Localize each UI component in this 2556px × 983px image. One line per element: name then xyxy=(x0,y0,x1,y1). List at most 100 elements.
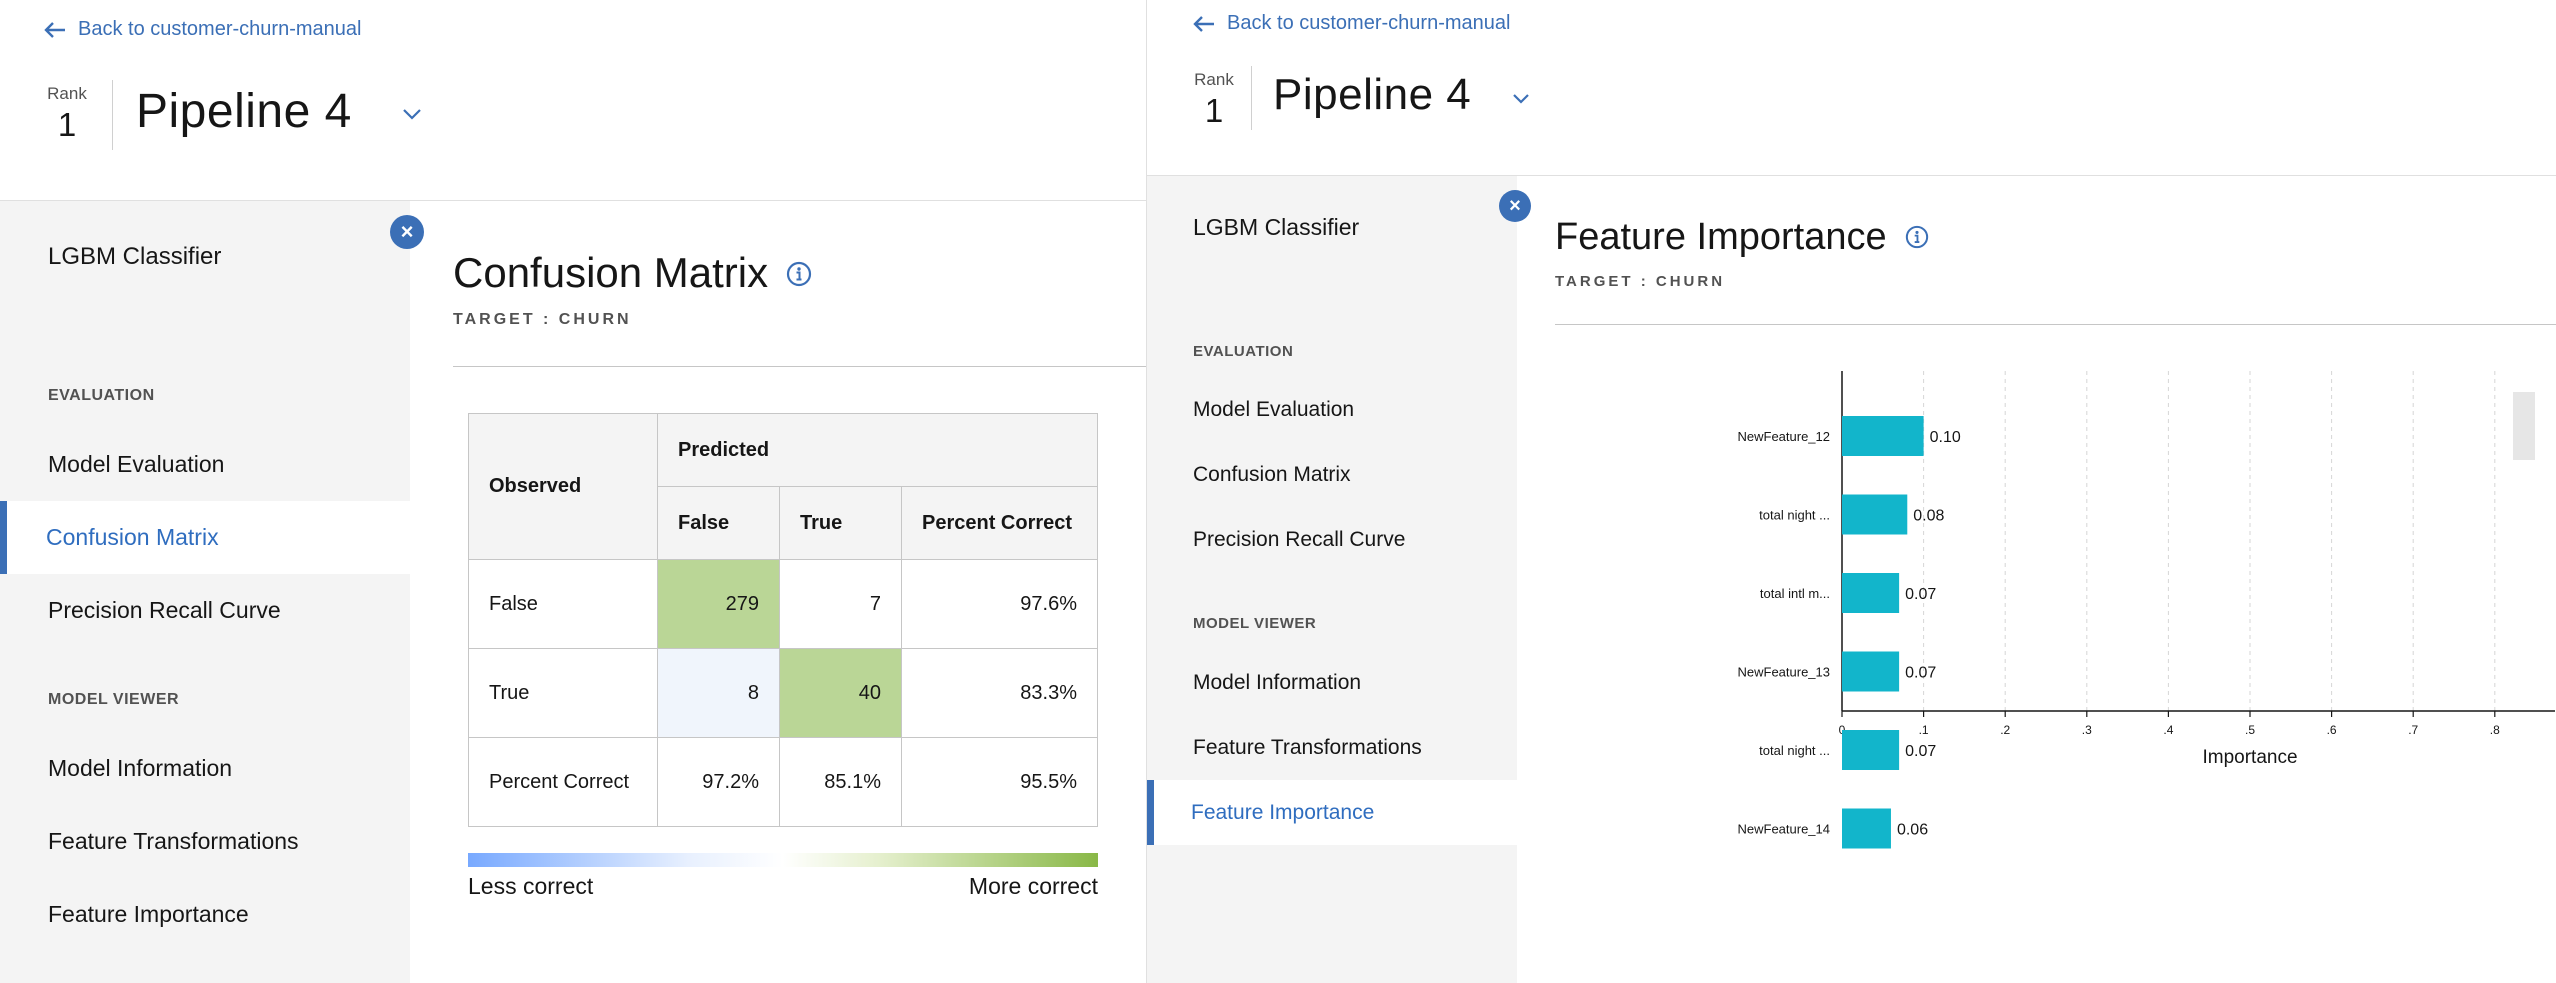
pipeline-body: LGBM Classifier EVALUATION Model Evaluat… xyxy=(0,200,1146,983)
observed-header: Observed xyxy=(468,413,658,560)
sidebar-item-label: Feature Importance xyxy=(48,901,249,927)
row-label: False xyxy=(468,559,658,649)
sidebar-item-label: Feature Transformations xyxy=(48,828,299,854)
feature-bar xyxy=(1842,416,1924,456)
pipeline-details-panel-right: Back to customer-churn-manual Rank 1 Pip… xyxy=(1146,0,2556,983)
sidebar-item-feature-importance[interactable]: Feature Importance xyxy=(0,878,410,951)
row-label: True xyxy=(468,648,658,738)
info-icon[interactable] xyxy=(786,249,812,297)
arrow-left-icon xyxy=(1193,15,1214,32)
section-model-viewer: MODEL VIEWER xyxy=(48,691,180,708)
cell-percent-overall: 95.5% xyxy=(901,737,1098,827)
x-tick-label: .3 xyxy=(2082,723,2092,737)
feature-importance-title: Feature Importance xyxy=(1555,216,1887,258)
header-divider xyxy=(112,80,113,150)
pipeline-dropdown[interactable] xyxy=(402,108,422,126)
sidebar-item-precision-recall[interactable]: Precision Recall Curve xyxy=(1147,507,1517,572)
sidebar-item-model-evaluation[interactable]: Model Evaluation xyxy=(1147,377,1517,442)
x-tick-label: .6 xyxy=(2327,723,2337,737)
feature-bar xyxy=(1842,573,1900,613)
pipeline-details-panel-left: Back to customer-churn-manual Rank 1 Pip… xyxy=(0,0,1146,983)
sidebar-item-feature-importance[interactable]: Feature Importance xyxy=(1147,780,1517,845)
feature-label: total night ... xyxy=(1759,743,1830,758)
x-tick-label: .7 xyxy=(2408,723,2418,737)
sidebar-item-model-information[interactable]: Model Information xyxy=(1147,650,1517,715)
bar-value-label: 0.10 xyxy=(1930,429,1961,446)
table-row: False 279 7 97.6% xyxy=(468,559,1098,649)
close-icon: × xyxy=(400,219,414,244)
x-tick-label: .2 xyxy=(2000,723,2010,737)
pipeline-dropdown[interactable] xyxy=(1512,92,1530,110)
row-label: Percent Correct xyxy=(468,737,658,827)
feature-importance-chart: 0.1.2.3.4.5.6.7.8.91NewFeature_120.10tot… xyxy=(1738,371,2555,849)
section-evaluation: EVALUATION xyxy=(1193,343,1294,360)
section-model-viewer: MODEL VIEWER xyxy=(1193,615,1317,632)
close-button[interactable]: × xyxy=(1499,190,1531,222)
pipeline-title: Pipeline 4 xyxy=(1273,70,1472,119)
chart-scrollbar[interactable] xyxy=(2513,392,2535,460)
table-row: Percent Correct 97.2% 85.1% 95.5% xyxy=(468,737,1098,827)
pipeline-title: Pipeline 4 xyxy=(136,85,352,138)
feature-bar xyxy=(1842,651,1900,692)
close-button[interactable]: × xyxy=(390,215,424,249)
active-indicator xyxy=(1147,780,1154,845)
sidebar-item-feature-transformations[interactable]: Feature Transformations xyxy=(1147,715,1517,780)
bar-value-label: 0.07 xyxy=(1905,586,1936,603)
rank-value: 1 xyxy=(57,106,77,143)
sidebar-item-label: Precision Recall Curve xyxy=(1193,527,1406,551)
predicted-header: Predicted xyxy=(657,413,1098,487)
model-name: LGBM Classifier xyxy=(1193,214,1360,240)
sidebar-item-label: Feature Importance xyxy=(1191,800,1375,824)
back-link-label: Back to customer-churn-manual xyxy=(1227,12,1511,34)
rank-label: Rank xyxy=(47,84,87,103)
cell-percent-correct: 97.6% xyxy=(901,559,1098,649)
cell-false-positive: 7 xyxy=(779,559,902,649)
rank-value: 1 xyxy=(1204,92,1224,129)
feature-label: NewFeature_14 xyxy=(1738,822,1831,837)
bar-value-label: 0.07 xyxy=(1905,665,1936,682)
content-divider xyxy=(1555,324,2556,325)
rank-label: Rank xyxy=(1194,70,1234,89)
rank-indicator: Rank 1 xyxy=(1189,70,1239,130)
legend-less-correct: Less correct xyxy=(468,873,594,899)
sidebar: LGBM Classifier EVALUATION Model Evaluat… xyxy=(0,201,410,983)
back-link[interactable]: Back to customer-churn-manual xyxy=(1193,12,1510,35)
sidebar-item-label: Confusion Matrix xyxy=(46,524,219,550)
table-row: True 8 40 83.3% xyxy=(468,648,1098,738)
feature-label: NewFeature_12 xyxy=(1738,429,1831,444)
arrow-left-icon xyxy=(44,21,65,38)
info-icon[interactable] xyxy=(1905,216,1929,259)
close-icon: × xyxy=(1509,195,1521,217)
rank-indicator: Rank 1 xyxy=(40,84,94,144)
header-divider xyxy=(1251,66,1252,130)
cell-percent-correct: 83.3% xyxy=(901,648,1098,738)
content-title: Confusion Matrix xyxy=(453,249,812,297)
sidebar-item-confusion-matrix[interactable]: Confusion Matrix xyxy=(0,501,410,574)
cell-true-negative: 279 xyxy=(657,559,780,649)
sidebar-item-label: Feature Transformations xyxy=(1193,735,1422,759)
sidebar-item-feature-transformations[interactable]: Feature Transformations xyxy=(0,805,410,878)
back-link[interactable]: Back to customer-churn-manual xyxy=(44,18,361,41)
feature-label: total intl m... xyxy=(1760,586,1830,601)
cell-percent-false: 97.2% xyxy=(657,737,780,827)
column-header-false: False xyxy=(657,486,780,560)
bar-value-label: 0.08 xyxy=(1913,508,1944,525)
sidebar-item-precision-recall[interactable]: Precision Recall Curve xyxy=(0,574,410,647)
feature-bar xyxy=(1842,730,1900,770)
color-legend: Less correct More correct xyxy=(468,853,1098,900)
sidebar-item-confusion-matrix[interactable]: Confusion Matrix xyxy=(1147,442,1517,507)
x-tick-label: .1 xyxy=(1919,723,1929,737)
column-header-true: True xyxy=(779,486,902,560)
cell-percent-true: 85.1% xyxy=(779,737,902,827)
content-divider xyxy=(453,366,1146,367)
content-title: Feature Importance xyxy=(1555,216,1929,259)
back-link-label: Back to customer-churn-manual xyxy=(78,18,362,40)
feature-bar xyxy=(1842,494,1908,535)
cell-false-negative: 8 xyxy=(657,648,780,738)
x-axis-label: Importance xyxy=(2202,747,2297,768)
bar-value-label: 0.07 xyxy=(1905,743,1936,760)
sidebar: LGBM Classifier EVALUATION Model Evaluat… xyxy=(1147,176,1517,983)
legend-more-correct: More correct xyxy=(968,873,1098,899)
sidebar-item-model-information[interactable]: Model Information xyxy=(0,732,410,805)
sidebar-item-model-evaluation[interactable]: Model Evaluation xyxy=(0,428,410,501)
